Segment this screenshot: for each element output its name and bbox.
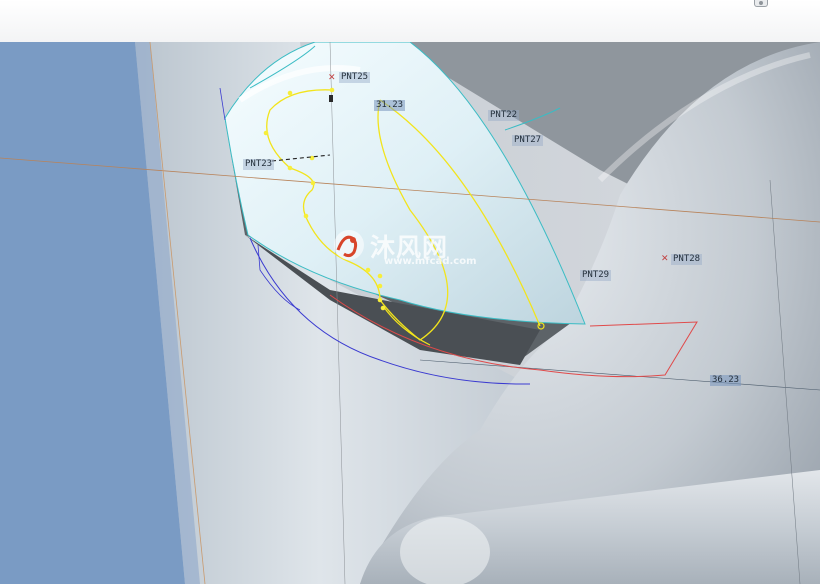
- point-marker-icon: ✕: [661, 254, 669, 264]
- label-pnt29[interactable]: PNT29: [580, 270, 612, 281]
- watermark-url: www.mfcad.com: [384, 256, 477, 267]
- dimension-top[interactable]: 31.23: [374, 100, 406, 111]
- dimension-right[interactable]: 36.23: [710, 375, 742, 386]
- watermark: 沐风网 www.mfcad.com: [332, 228, 492, 276]
- label-pnt28[interactable]: PNT28: [671, 254, 703, 265]
- label-pnt25[interactable]: PNT25: [339, 72, 371, 83]
- toolbar-toggle-button[interactable]: [754, 0, 768, 7]
- cad-3d-viewport[interactable]: ✕ PNT25 31.23 PNT22 PNT27 PNT23 PNT29 ✕ …: [0, 42, 820, 584]
- window-toolbar: [0, 0, 820, 43]
- knob-icon: [759, 1, 763, 5]
- point-marker-icon: ✕: [328, 73, 336, 83]
- label-pnt22[interactable]: PNT22: [488, 110, 520, 121]
- label-pnt23[interactable]: PNT23: [243, 159, 275, 170]
- label-pnt27[interactable]: PNT27: [512, 135, 544, 146]
- model-graphics: [0, 42, 820, 584]
- logo-icon: [334, 230, 364, 260]
